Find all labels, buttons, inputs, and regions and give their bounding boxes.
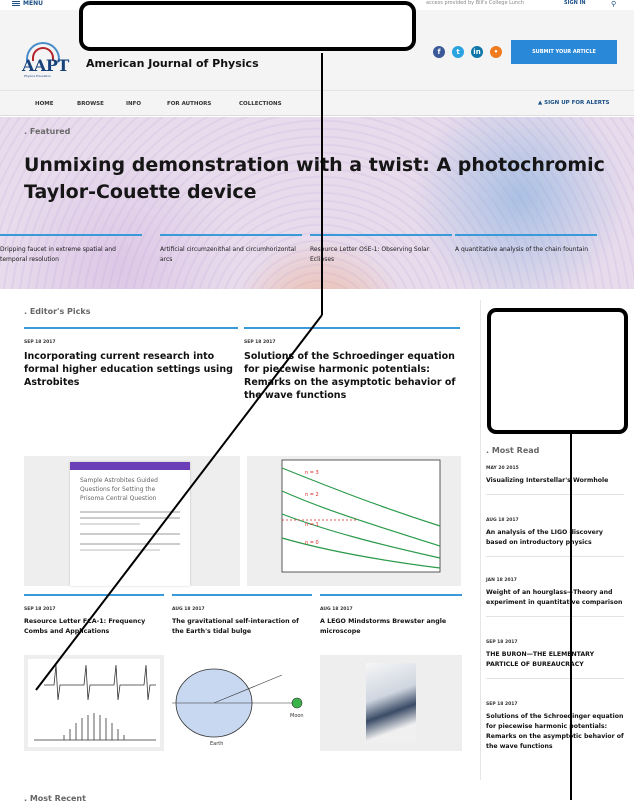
featured-item[interactable]: A quantitative analysis of the chain fou… <box>455 234 597 255</box>
editors-picks-label: . Editor's Picks <box>24 307 91 316</box>
graph-label: n = 2 <box>305 492 319 498</box>
redaction-box <box>79 1 416 51</box>
sign-up-alerts-link[interactable]: ▲ SIGN UP FOR ALERTS <box>538 100 609 106</box>
article-thumbnail[interactable] <box>320 655 462 751</box>
nav-info[interactable]: INFO <box>126 101 141 107</box>
main-nav: HOME BROWSE INFO FOR AUTHORS COLLECTIONS… <box>0 90 634 116</box>
search-icon[interactable]: ⚲ <box>611 0 616 8</box>
article-thumbnail[interactable] <box>24 655 164 751</box>
article-date: SEP 18 2017 <box>486 640 518 645</box>
editors-pick-card[interactable]: SEP 18 2017 Solutions of the Schroedinge… <box>244 327 460 402</box>
nav-collections[interactable]: COLLECTIONS <box>239 101 282 107</box>
article-date: SEP 18 2017 <box>244 340 276 345</box>
nav-for-authors[interactable]: FOR AUTHORS <box>167 101 211 107</box>
article-date: JAN 18 2017 <box>486 578 517 583</box>
featured-item[interactable]: Resource Letter OSE-1: Observing Solar E… <box>310 234 452 265</box>
featured-title[interactable]: Unmixing demonstration with a twist: A p… <box>24 152 624 206</box>
tidal-bulge-figure: Earth Moon <box>172 655 312 751</box>
featured-banner: . Featured Unmixing demonstration with a… <box>0 117 634 289</box>
graph-label: n = 0 <box>305 540 319 546</box>
earth-label: Earth <box>210 741 223 747</box>
rss-icon[interactable]: • <box>490 46 502 58</box>
article-date: MAY 20 2015 <box>486 466 519 471</box>
most-read-item[interactable]: AUG 18 2017 An analysis of the LIGO disc… <box>486 518 624 557</box>
article-date: AUG 18 2017 <box>486 518 519 523</box>
most-read-item[interactable]: SEP 18 2017 THE BURON—THE ELEMENTARY PAR… <box>486 640 624 679</box>
article-title[interactable]: THE BURON—THE ELEMENTARY PARTICLE OF BUR… <box>486 650 624 670</box>
article-date: SEP 18 2017 <box>24 340 56 345</box>
featured-label: . Featured <box>24 127 71 136</box>
article-title[interactable]: Incorporating current research into form… <box>24 350 238 389</box>
ad-placeholder <box>487 308 628 434</box>
lock-icon: ▲ <box>538 100 543 106</box>
article-date: AUG 18 2017 <box>320 607 353 612</box>
graph-label: n = 3 <box>305 470 319 476</box>
nav-home[interactable]: HOME <box>35 101 54 107</box>
article-thumbnail[interactable]: Earth Moon <box>172 655 312 751</box>
editors-pick-card[interactable]: AUG 18 2017 The gravitational self-inter… <box>172 594 312 637</box>
nav-browse[interactable]: BROWSE <box>77 101 104 107</box>
article-thumbnail[interactable]: n = 3 n = 2 n = 1 n = 0 <box>247 456 461 586</box>
article-title[interactable]: A LEGO Mindstorms Brewster angle microsc… <box>320 617 462 637</box>
most-read-item[interactable]: JAN 18 2017 Weight of an hourglass—Theor… <box>486 578 624 617</box>
most-read-item[interactable]: SEP 18 2017 Solutions of the Schroedinge… <box>486 702 624 760</box>
aapt-logo[interactable]: AAPT Physics Education <box>22 42 78 80</box>
sign-in-link[interactable]: SIGN IN <box>564 0 586 6</box>
menu-label: MENU <box>23 0 43 7</box>
article-title[interactable]: Resource Letter FCA-1: Frequency Combs a… <box>24 617 164 637</box>
access-text: access provided by Bill's College Lunch <box>426 0 525 6</box>
submit-article-button[interactable]: SUBMIT YOUR ARTICLE <box>511 40 617 64</box>
article-title[interactable]: An analysis of the LIGO discovery based … <box>486 528 624 548</box>
alerts-label: SIGN UP FOR ALERTS <box>544 100 610 106</box>
most-recent-label: . Most Recent <box>24 794 86 803</box>
frequency-comb-figure <box>28 659 160 747</box>
energy-level-graph: n = 3 n = 2 n = 1 n = 0 <box>281 459 441 573</box>
editors-pick-card[interactable]: SEP 18 2017 Incorporating current resear… <box>24 327 238 389</box>
editors-pick-card[interactable]: AUG 18 2017 A LEGO Mindstorms Brewster a… <box>320 594 462 637</box>
logo-subtext: Physics Education <box>24 74 51 78</box>
logo-text: AAPT <box>22 56 69 75</box>
twitter-icon[interactable]: t <box>452 46 464 58</box>
doc-caption: Sample Astrobites Guided Questions for S… <box>80 477 158 502</box>
most-read-label: . Most Read <box>486 446 540 455</box>
moon-label: Moon <box>290 713 304 719</box>
journal-title[interactable]: American Journal of Physics <box>86 57 259 70</box>
graph-label: n = 1 <box>305 522 319 528</box>
linkedin-icon[interactable]: in <box>471 46 483 58</box>
article-title[interactable]: Visualizing Interstellar's Wormhole <box>486 476 624 486</box>
featured-item[interactable]: Artificial circumzenithal and circumhori… <box>160 234 302 265</box>
article-date: SEP 18 2017 <box>486 702 518 707</box>
article-title[interactable]: Weight of an hourglass—Theory and experi… <box>486 588 624 608</box>
article-title[interactable]: The gravitational self-interaction of th… <box>172 617 312 637</box>
article-title[interactable]: Solutions of the Schroedinger equation f… <box>486 712 624 752</box>
document-preview: Sample Astrobites Guided Questions for S… <box>70 462 190 586</box>
article-thumbnail[interactable]: Sample Astrobites Guided Questions for S… <box>24 456 240 586</box>
article-title[interactable]: Solutions of the Schroedinger equation f… <box>244 350 460 402</box>
hamburger-icon <box>12 1 20 6</box>
lego-microscope-photo <box>366 663 416 743</box>
article-date: AUG 18 2017 <box>172 607 205 612</box>
facebook-icon[interactable]: f <box>433 46 445 58</box>
editors-pick-card[interactable]: SEP 18 2017 Resource Letter FCA-1: Frequ… <box>24 594 164 637</box>
menu-button[interactable]: MENU <box>12 0 43 7</box>
featured-item[interactable]: Dripping faucet in extreme spatial and t… <box>0 234 142 265</box>
article-date: SEP 18 2017 <box>24 607 56 612</box>
most-read-item[interactable]: MAY 20 2015 Visualizing Interstellar's W… <box>486 466 624 495</box>
doc-header-bar <box>70 462 190 470</box>
